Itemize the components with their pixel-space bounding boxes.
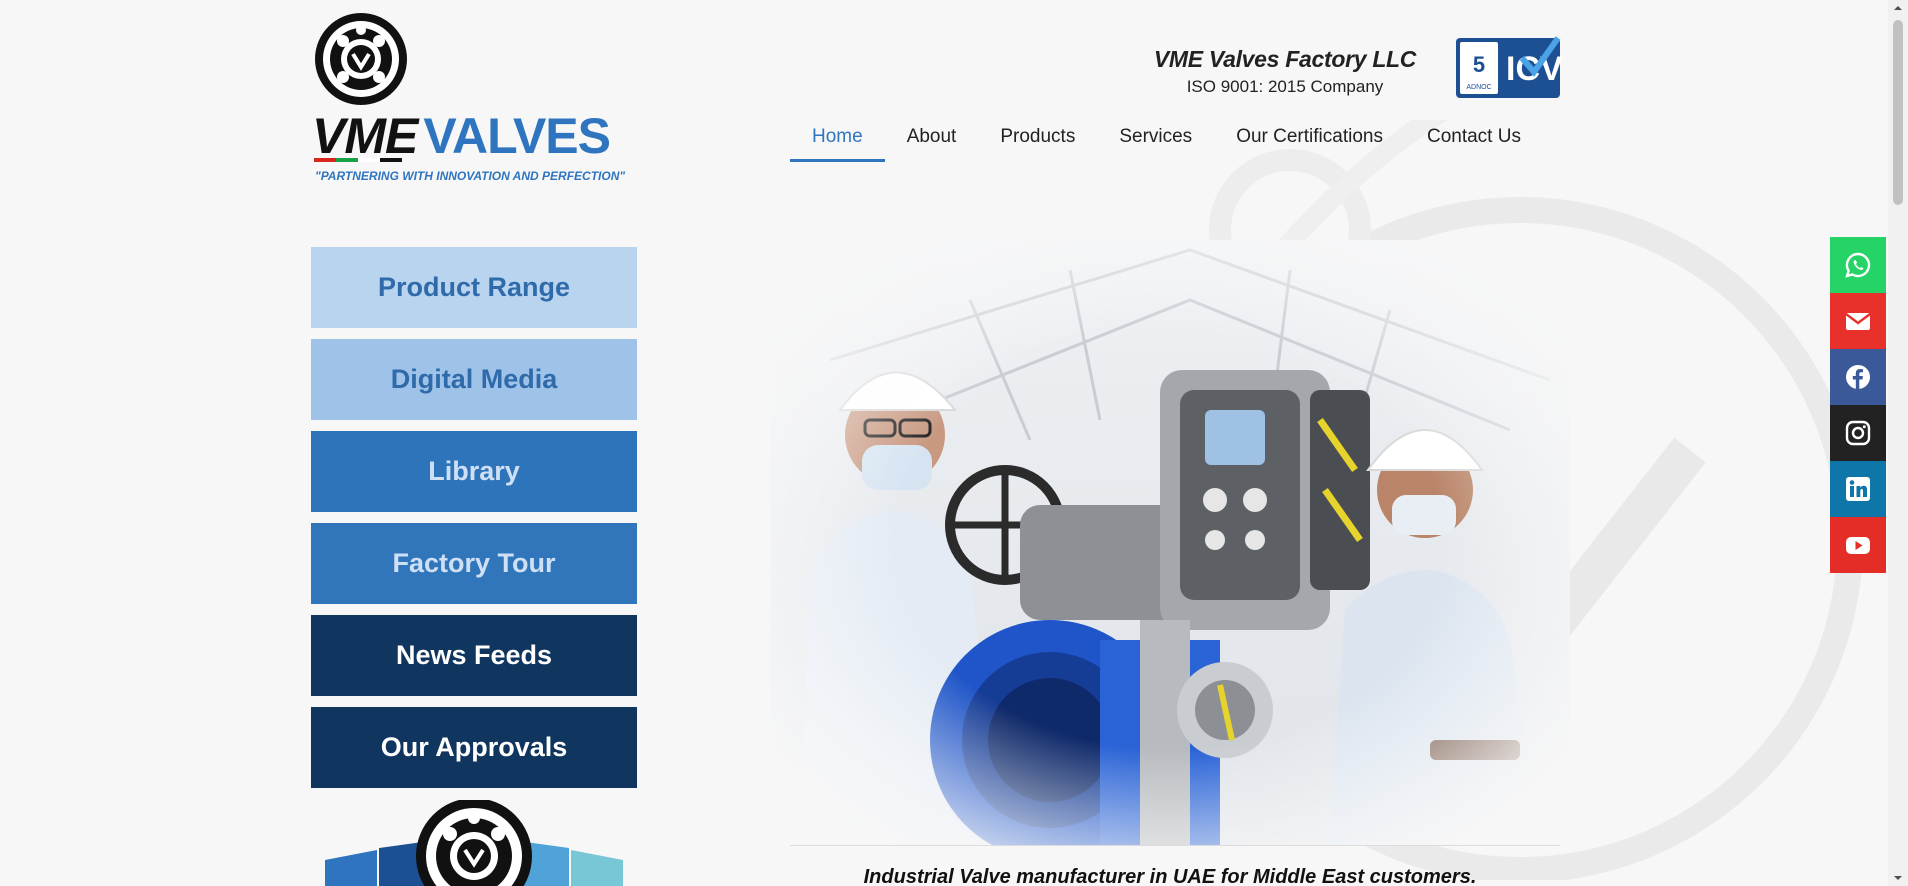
company-name: VME Valves Factory LLC [1153,46,1417,72]
news-feeds-button[interactable]: News Feeds [311,615,637,696]
scrollbar-thumb[interactable] [1893,20,1903,205]
scroll-up-arrow-icon[interactable] [1892,2,1904,14]
nav-products[interactable]: Products [978,118,1097,162]
nav-home[interactable]: Home [790,118,885,162]
hero-caption: Industrial Valve manufacturer in UAE for… [863,866,1477,886]
page: VME VALVES "PARTNERING WITH INNOVATION AN… [0,0,1908,886]
hero-divider [790,845,1560,846]
main-navigation: Home About Products Services Our Certifi… [790,118,1543,164]
iso-certification-line: ISO 9001: 2015 Company [1186,77,1384,96]
logo-word-valves: VALVES [423,108,611,164]
icv-adnoc-badge: 5 ADNOC ICV [1456,36,1562,98]
library-button[interactable]: Library [311,431,637,512]
site-logo[interactable]: VME VALVES "PARTNERING WITH INNOVATION AN… [312,12,625,183]
our-approvals-button[interactable]: Our Approvals [311,707,637,788]
instagram-icon [1845,420,1871,446]
hero-image [770,240,1570,845]
page-scrollbar[interactable] [1888,0,1908,886]
linkedin-button[interactable] [1830,461,1886,517]
logo-valve-emblem [315,13,407,105]
whatsapp-icon [1845,252,1871,278]
scroll-down-arrow-icon[interactable] [1892,872,1904,884]
logo-tagline: "PARTNERING WITH INNOVATION AND PERFECTI… [315,169,626,183]
company-info: VME Valves Factory LLC ISO 9001: 2015 Co… [1150,46,1420,97]
logo-wordmark: VME VALVES [312,108,611,164]
digital-media-button[interactable]: Digital Media [311,339,637,420]
email-icon [1845,313,1871,330]
nav-services[interactable]: Services [1097,118,1214,162]
logo-flag-stripe [314,158,402,162]
email-button[interactable] [1830,293,1886,349]
youtube-button[interactable] [1830,517,1886,573]
nav-our-certifications[interactable]: Our Certifications [1214,118,1405,162]
svg-text:5: 5 [1473,52,1485,77]
linkedin-icon [1846,477,1870,501]
nav-contact-us[interactable]: Contact Us [1405,118,1543,162]
instagram-button[interactable] [1830,405,1886,461]
badge-sub-text: ADNOC [1466,84,1491,91]
nav-about[interactable]: About [885,118,979,162]
whatsapp-button[interactable] [1830,237,1886,293]
logo-word-vme: VME [312,108,418,164]
sidebar-menu: Product Range Digital Media Library Fact… [311,247,637,799]
product-range-button[interactable]: Product Range [311,247,637,328]
facebook-button[interactable] [1830,349,1886,405]
facebook-icon [1846,365,1870,389]
factory-tour-button[interactable]: Factory Tour [311,523,637,604]
approvals-logo-banner[interactable] [317,800,631,886]
social-links-bar [1830,237,1886,573]
youtube-icon [1846,537,1870,554]
